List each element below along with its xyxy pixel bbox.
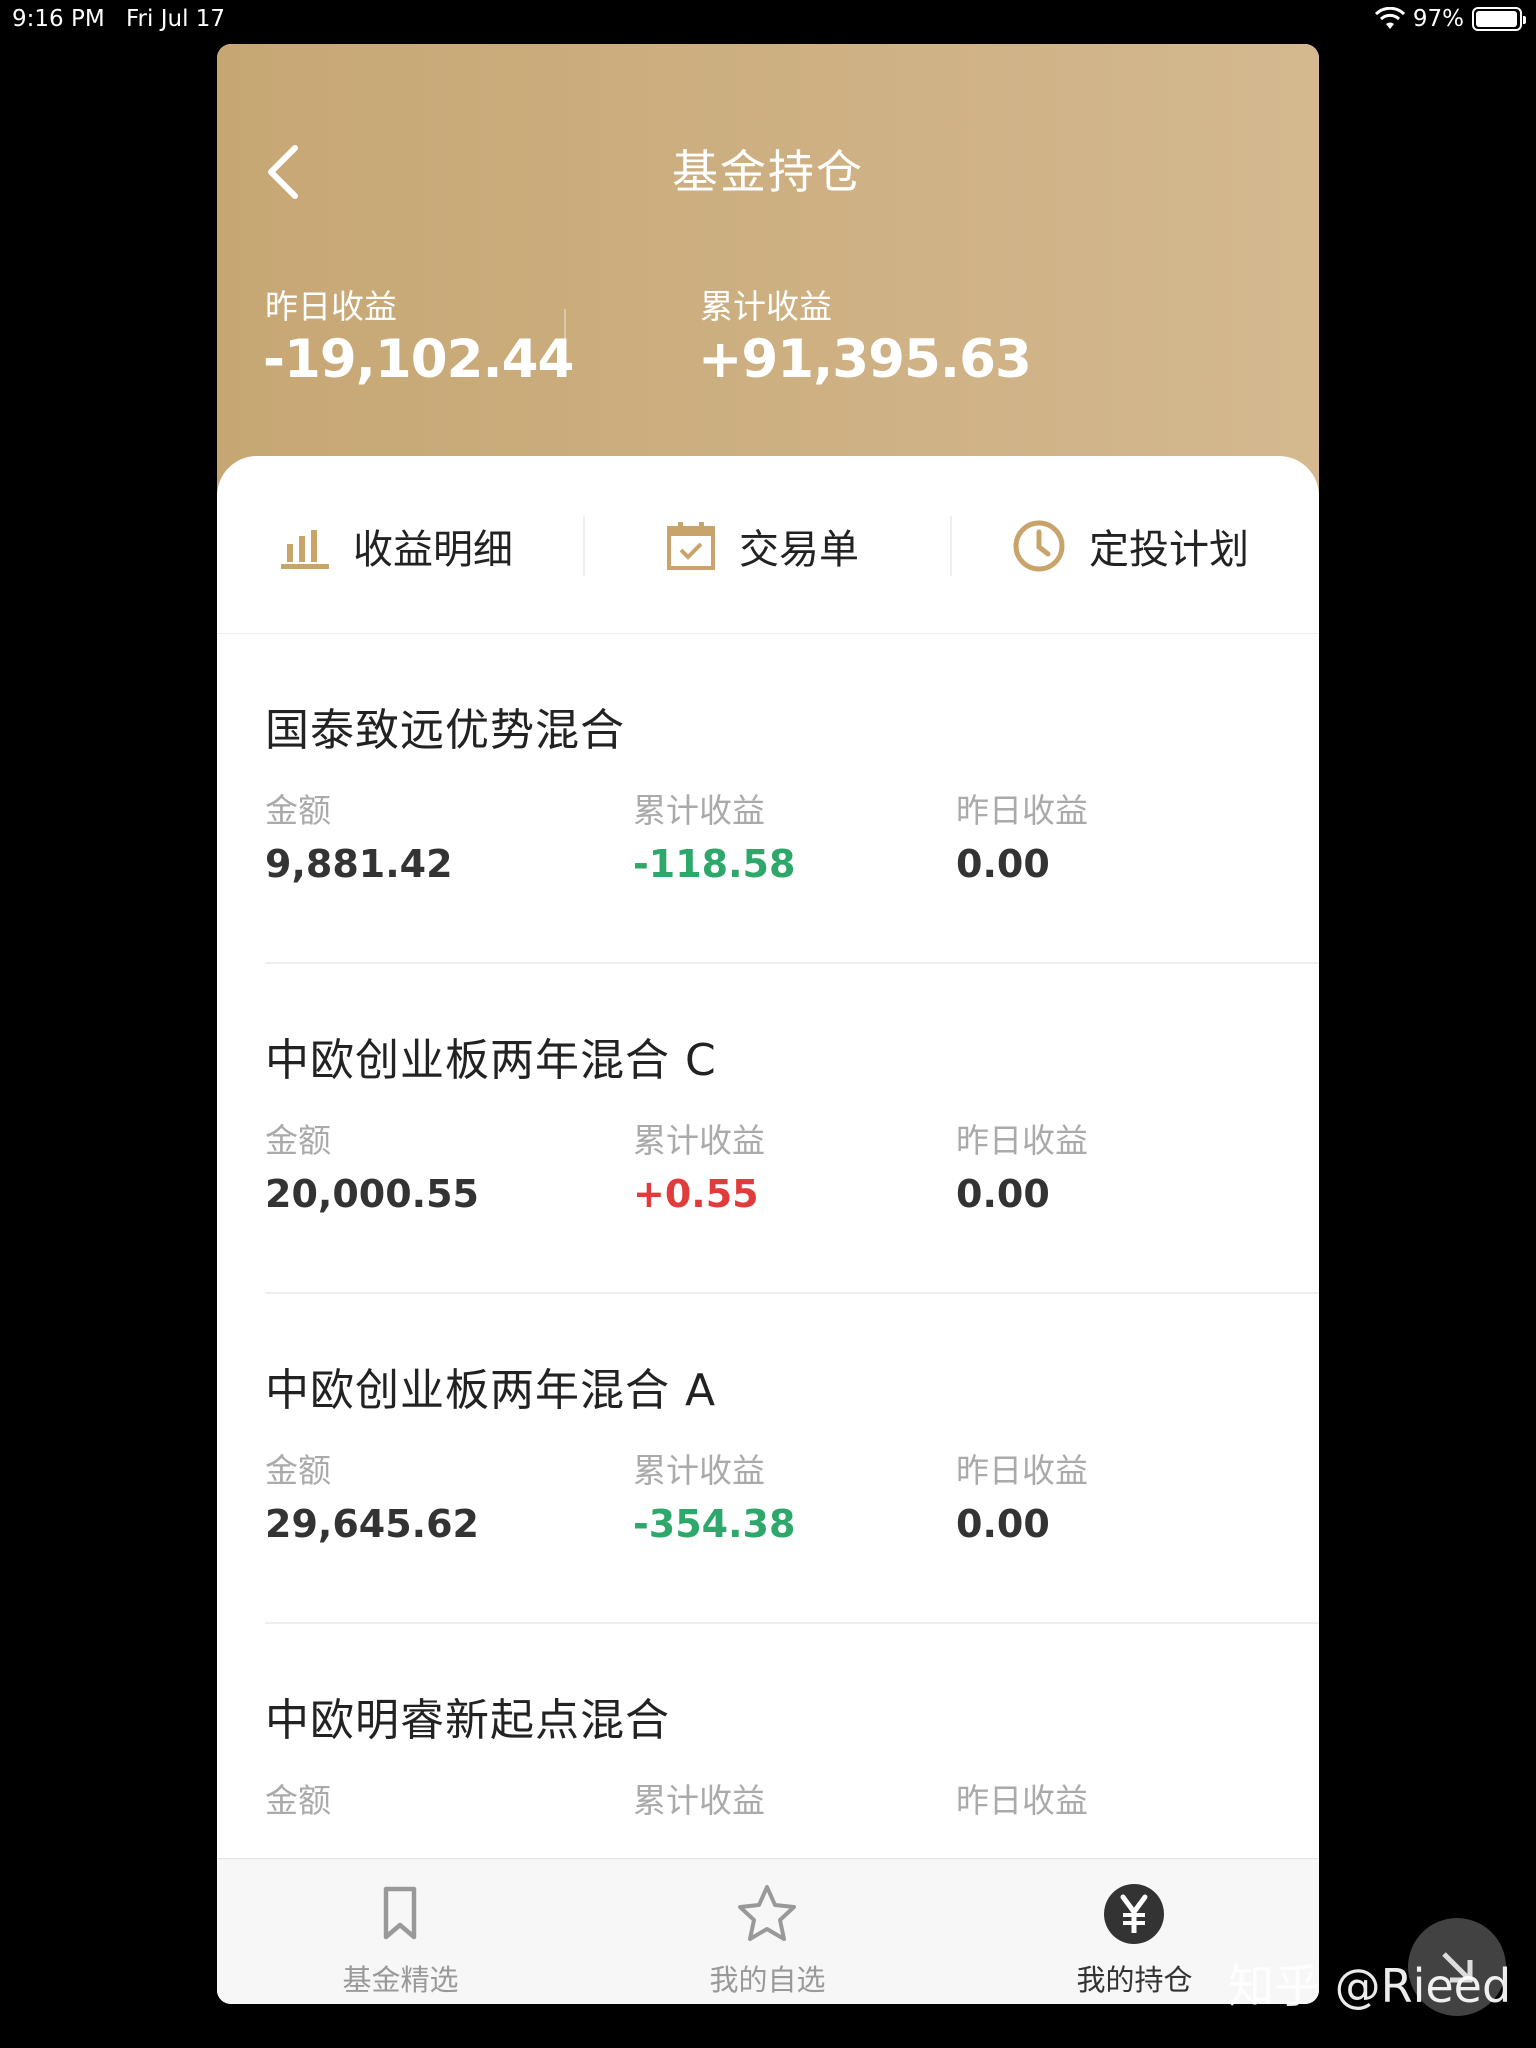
total-earnings-label: 累计收益	[700, 287, 832, 326]
total-earnings-label: 累计收益	[633, 1451, 765, 1490]
auto-invest-label: 定投计划	[1089, 527, 1249, 573]
yesterday-earnings-label: 昨日收益	[956, 1781, 1088, 1820]
status-right: 97%	[1374, 6, 1526, 32]
battery-percent: 97%	[1412, 6, 1464, 32]
amount-label: 金额	[265, 1121, 331, 1160]
clock-icon	[1013, 520, 1065, 572]
fund-name: 中欧创业板两年混合 A	[265, 1365, 717, 1416]
auto-invest-button[interactable]: 定投计划	[1011, 516, 1249, 576]
status-bar: 9:16 PM Fri Jul 17 97%	[0, 0, 1536, 40]
fund-row[interactable]: 国泰致远优势混合 金额 累计收益 昨日收益 9,881.42 -118.58 0…	[265, 634, 1319, 964]
app-window: 基金持仓 昨日收益 -19,102.44 累计收益 +91,395.63 收益明…	[217, 44, 1319, 2004]
content-card: 收益明细 交易单 定投计划 国泰致远优势混合 金额 累计收益 昨日收益 9,88…	[217, 456, 1319, 2004]
total-earnings-label: 累计收益	[633, 1121, 765, 1160]
action-divider	[583, 516, 585, 576]
status-time: 9:16 PM	[12, 6, 105, 32]
total-earnings-value: -354.38	[633, 1502, 796, 1546]
earnings-detail-label: 收益明细	[353, 527, 513, 573]
yesterday-earnings-label: 昨日收益	[956, 1451, 1088, 1490]
transactions-button[interactable]: 交易单	[665, 516, 859, 576]
yesterday-earnings-label: 昨日收益	[265, 287, 397, 326]
total-earnings-label: 累计收益	[633, 791, 765, 830]
tab-fund-picks[interactable]: 基金精选	[217, 1859, 584, 2004]
yesterday-earnings-value: 0.00	[956, 1172, 1050, 1216]
action-bar: 收益明细 交易单 定投计划	[217, 456, 1319, 634]
fund-row[interactable]: 中欧创业板两年混合 A 金额 累计收益 昨日收益 29,645.62 -354.…	[265, 1294, 1319, 1624]
status-date: Fri Jul 17	[126, 6, 226, 32]
fund-row[interactable]: 中欧创业板两年混合 C 金额 累计收益 昨日收益 20,000.55 +0.55…	[265, 964, 1319, 1294]
watermark-text: 知乎 @Rieed	[1228, 1959, 1512, 2013]
amount-label: 金额	[265, 1781, 331, 1820]
yesterday-earnings-value: -19,102.44	[263, 329, 574, 390]
total-earnings-value: +91,395.63	[698, 329, 1032, 390]
tab-fund-picks-label: 基金精选	[342, 1963, 459, 1997]
action-divider	[950, 516, 952, 576]
fund-name: 中欧创业板两年混合 C	[265, 1035, 717, 1086]
bottom-tab-bar: 基金精选 我的自选 我的持仓	[217, 1858, 1319, 2004]
wifi-icon	[1374, 7, 1405, 29]
total-earnings-value: +0.55	[633, 1172, 759, 1216]
calendar-check-icon	[667, 522, 715, 570]
page-title: 基金持仓	[672, 145, 864, 199]
bookmark-icon	[383, 1886, 417, 1940]
bar-chart-icon	[281, 530, 329, 569]
amount-value: 9,881.42	[265, 842, 453, 886]
summary-divider	[564, 309, 566, 367]
yesterday-earnings-label: 昨日收益	[956, 1121, 1088, 1160]
battery-icon	[1472, 7, 1526, 31]
header: 基金持仓 昨日收益 -19,102.44 累计收益 +91,395.63	[217, 44, 1319, 524]
yesterday-earnings-value: 0.00	[956, 842, 1050, 886]
tab-watchlist[interactable]: 我的自选	[584, 1859, 951, 2004]
amount-label: 金额	[265, 1451, 331, 1490]
star-icon	[738, 1885, 796, 1941]
earnings-detail-button[interactable]: 收益明细	[279, 516, 513, 576]
yesterday-earnings-value: 0.00	[956, 1502, 1050, 1546]
tab-watchlist-label: 我的自选	[709, 1963, 826, 1997]
fund-name: 国泰致远优势混合	[265, 705, 625, 756]
yesterday-earnings-label: 昨日收益	[956, 791, 1088, 830]
amount-value: 20,000.55	[265, 1172, 479, 1216]
fund-name: 中欧明睿新起点混合	[265, 1695, 670, 1746]
amount-value: 29,645.62	[265, 1502, 479, 1546]
transactions-label: 交易单	[739, 527, 859, 573]
yen-icon	[1104, 1884, 1164, 1944]
amount-label: 金额	[265, 791, 331, 830]
total-earnings-label: 累计收益	[633, 1781, 765, 1820]
total-earnings-value: -118.58	[633, 842, 796, 886]
